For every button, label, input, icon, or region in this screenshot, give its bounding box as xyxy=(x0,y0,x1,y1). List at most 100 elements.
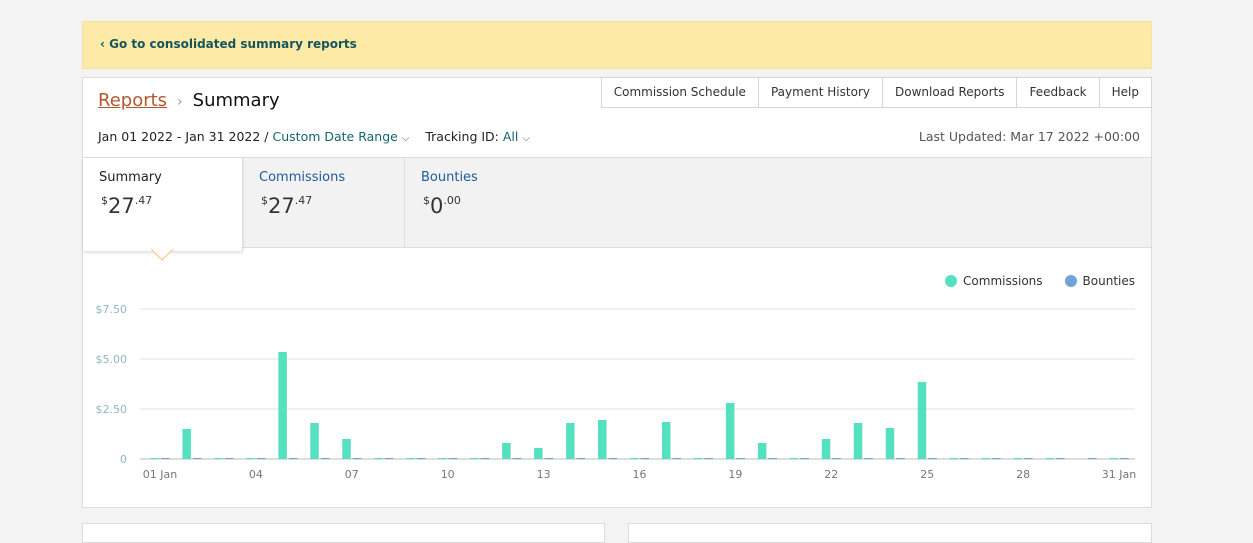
lower-card-right xyxy=(628,523,1152,543)
x-tick-label: 25 xyxy=(920,468,934,481)
x-tick-label: 13 xyxy=(537,468,551,481)
commissions-bar xyxy=(757,443,767,459)
commissions-bar xyxy=(150,458,159,459)
breadcrumb-reports-link[interactable]: Reports xyxy=(98,90,167,111)
amount-cents: .47 xyxy=(294,194,313,207)
y-tick-label: $5.00 xyxy=(96,353,128,366)
legend-bounties-label: Bounties xyxy=(1082,274,1135,288)
amount-cents: .47 xyxy=(134,194,153,207)
y-tick-label: $7.50 xyxy=(96,303,128,316)
chart-legend: Commissions Bounties xyxy=(923,274,1135,288)
commissions-bar xyxy=(342,439,351,459)
legend-commissions[interactable]: Commissions xyxy=(945,274,1043,288)
summary-amount: $27.47 xyxy=(101,194,152,218)
commissions-amount: $27.47 xyxy=(261,194,312,218)
x-tick-label: 19 xyxy=(728,468,742,481)
amount-cents: .00 xyxy=(443,194,461,207)
commissions-bar xyxy=(1013,458,1023,459)
bounties-bar xyxy=(1024,458,1033,459)
tab-commissions[interactable]: Commissions $27.47 xyxy=(243,158,405,247)
commissions-bar xyxy=(598,420,607,459)
caret-pointer-icon xyxy=(151,248,173,261)
legend-bounties[interactable]: Bounties xyxy=(1064,274,1135,288)
date-range-dropdown[interactable]: Custom Date Range ⌵ xyxy=(273,129,410,144)
bounties-bar xyxy=(544,458,554,459)
commissions-bar xyxy=(470,458,479,459)
bounties-bar xyxy=(896,458,905,459)
page-title: Summary xyxy=(192,90,280,111)
bounties-bar xyxy=(608,458,618,459)
report-card: Reports › Summary Commission Schedule Paym… xyxy=(82,77,1152,508)
bounties-bar xyxy=(992,458,1001,459)
x-tick-label: 01 Jan xyxy=(143,468,177,481)
bounties-bar xyxy=(576,458,586,459)
tracking-id-dropdown[interactable]: All ⌵ xyxy=(503,129,530,144)
bounties-bar xyxy=(736,458,745,459)
bounties-bar xyxy=(800,458,809,459)
bounties-bar xyxy=(928,458,937,459)
currency-symbol: $ xyxy=(261,194,268,207)
feedback-button[interactable]: Feedback xyxy=(1017,77,1100,108)
bounties-bar xyxy=(704,458,713,459)
currency-symbol: $ xyxy=(101,194,108,207)
x-tick-label: 16 xyxy=(633,468,647,481)
consolidated-banner: ‹ Go to consolidated summary reports xyxy=(82,21,1152,69)
breadcrumb: Reports › Summary xyxy=(98,90,280,111)
bounties-bar xyxy=(320,458,330,459)
currency-symbol: $ xyxy=(423,194,430,207)
commissions-bar xyxy=(630,458,639,459)
bounties-bar xyxy=(480,458,490,459)
bounties-bar xyxy=(288,458,298,459)
bounties-bar xyxy=(256,458,266,459)
commission-schedule-button[interactable]: Commission Schedule xyxy=(600,77,759,108)
commissions-bar xyxy=(406,458,415,459)
commissions-bar xyxy=(246,458,255,459)
date-range-type: Custom Date Range xyxy=(272,129,398,144)
commissions-bar xyxy=(693,458,703,459)
bounties-bar xyxy=(448,458,458,459)
bounties-bar xyxy=(160,458,170,459)
earnings-chart: 0 $2.50 $5.00 $7.50 01 Jan 04 07 10 13 16 19 22 25 28… xyxy=(96,303,1137,481)
tab-summary-label: Summary xyxy=(99,170,162,185)
bounties-bar xyxy=(352,458,362,459)
commissions-bar xyxy=(310,423,319,459)
x-tick-label: 28 xyxy=(1016,468,1030,481)
download-reports-button[interactable]: Download Reports xyxy=(882,77,1018,108)
commissions-bar xyxy=(1109,458,1119,459)
commissions-bar xyxy=(661,422,671,459)
x-tick-label: 07 xyxy=(345,468,359,481)
legend-commissions-label: Commissions xyxy=(963,274,1043,288)
tracking-id-value: All xyxy=(502,129,519,144)
tab-bounties[interactable]: Bounties $0.00 xyxy=(405,158,605,247)
commissions-bar xyxy=(214,458,223,459)
tab-commissions-label: Commissions xyxy=(259,170,346,185)
bounties-bar xyxy=(768,458,777,459)
bounties-bar xyxy=(384,458,394,459)
payment-history-button[interactable]: Payment History xyxy=(758,77,883,108)
commissions-bar xyxy=(438,458,447,459)
bounties-bar xyxy=(672,458,681,459)
commissions-bar xyxy=(534,448,543,459)
bounties-bar xyxy=(864,458,873,459)
commissions-bar xyxy=(725,403,735,459)
consolidated-reports-link[interactable]: ‹ Go to consolidated summary reports xyxy=(100,37,357,51)
date-range-text: Jan 01 2022 - Jan 31 2022 / xyxy=(98,129,269,144)
commissions-bar xyxy=(981,458,991,459)
amount-whole: 0 xyxy=(430,194,444,218)
commissions-bar xyxy=(278,352,287,459)
summary-tabs: Summary $27.47 Commissions $27.47 Bounti… xyxy=(83,157,1151,251)
help-button[interactable]: Help xyxy=(1099,77,1152,108)
x-tick-label: 31 Jan xyxy=(1102,468,1136,481)
commissions-bar xyxy=(949,458,959,459)
bounties-bar xyxy=(1088,458,1097,459)
tab-summary[interactable]: Summary $27.47 xyxy=(83,158,243,251)
commissions-bar xyxy=(566,423,575,459)
tracking-id-label: Tracking ID: xyxy=(425,129,499,144)
chevron-down-icon: ⌵ xyxy=(401,133,410,144)
commissions-bar xyxy=(1045,458,1055,459)
bounties-bar xyxy=(512,458,522,459)
tab-bounties-label: Bounties xyxy=(421,170,478,185)
commissions-bar xyxy=(885,428,895,459)
commissions-bar xyxy=(374,458,383,459)
y-tick-label: $2.50 xyxy=(96,403,128,416)
